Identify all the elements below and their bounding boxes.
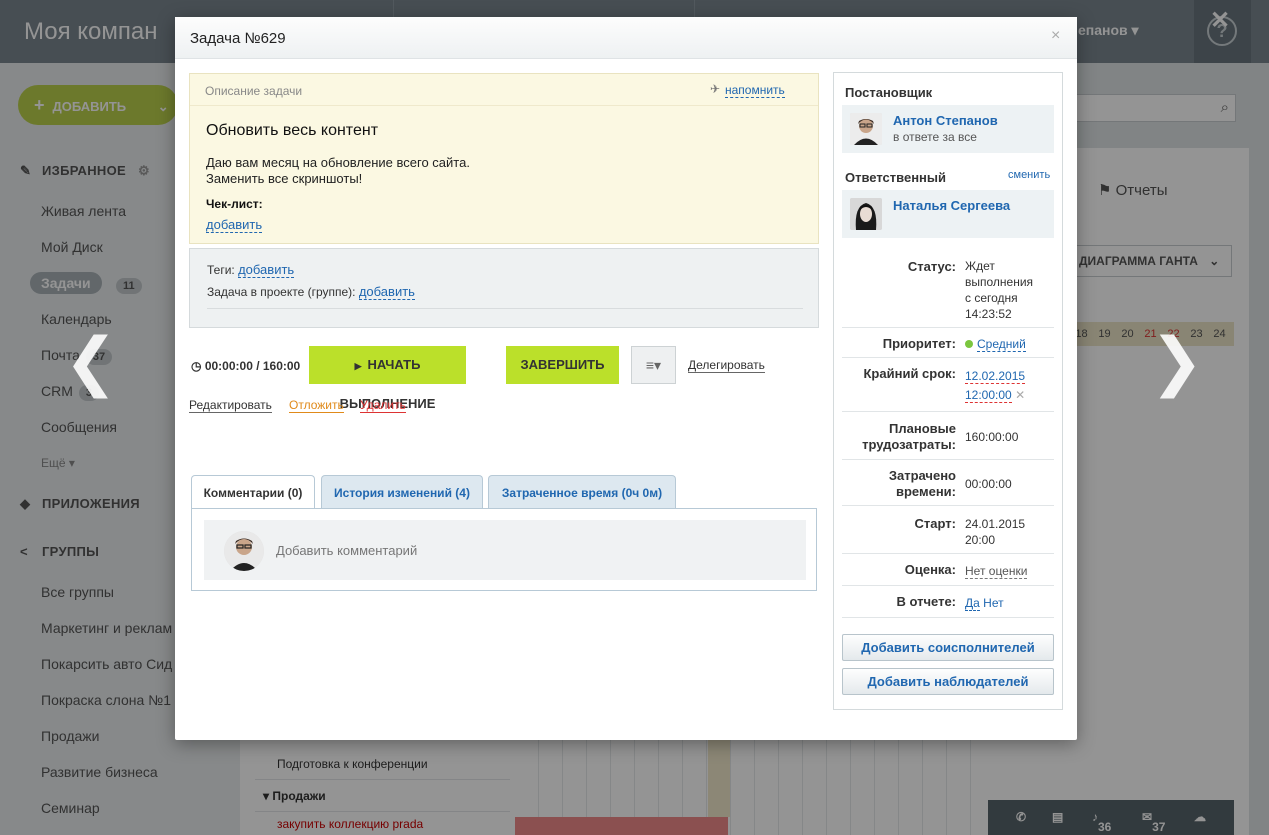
tags-section: Теги: добавить Задача в проекте (группе)… (189, 248, 819, 328)
modal-header (175, 17, 1077, 59)
tags-row: Теги: добавить (207, 262, 295, 278)
creator-label: Постановщик (845, 85, 933, 100)
spent-key-line: времени: (895, 484, 956, 499)
finish-button[interactable]: ЗАВЕРШИТЬ (506, 346, 619, 384)
deadline-key: Крайний срок: (863, 366, 957, 381)
rating-row: Оценка: Нет оценки (842, 554, 1054, 586)
start-value: 24.01.2015 20:00 (965, 516, 1025, 548)
avatar (850, 113, 882, 145)
tab-comments[interactable]: Комментарии (0) (191, 475, 315, 510)
deadline-time[interactable]: 12:00:00 (965, 388, 1012, 403)
deadline-value[interactable]: 12.02.2015 12:00:00 ✕ (965, 368, 1025, 403)
task-title: Обновить весь контент (206, 122, 379, 139)
responsible-card[interactable]: Наталья Сергеева (842, 190, 1054, 238)
responsible-name[interactable]: Наталья Сергеева (893, 198, 1010, 213)
start-button[interactable]: ▶ НАЧАТЬ ВЫПОЛНЕНИЕ (309, 346, 466, 411)
status-value: Ждет выполнения с сегодня 14:23:52 (965, 258, 1033, 322)
priority-value[interactable]: Средний (965, 336, 1026, 352)
postpone-link[interactable]: Отложить (289, 398, 344, 413)
rating-value[interactable]: Нет оценки (965, 563, 1028, 579)
start-line: 24.01.2015 (965, 517, 1026, 531)
planned-value: 160:00:00 (965, 430, 1019, 444)
more-menu-button[interactable]: ≡▾ (631, 346, 676, 384)
checklist-label: Чек-лист: (206, 197, 263, 211)
remind-link[interactable]: напомнить (725, 83, 785, 98)
priority-key: Приоритет: (882, 336, 956, 351)
priority-dot-icon (965, 340, 973, 348)
checklist-add-link[interactable]: добавить (206, 217, 263, 233)
status-row: Статус: Ждет выполнения с сегодня 14:23:… (842, 249, 1054, 328)
project-row: Задача в проекте (группе): добавить (207, 284, 415, 300)
rating-text: Нет оценки (965, 564, 1028, 579)
start-line: 20:00 (965, 533, 996, 547)
comments-panel: Добавить комментарий (191, 508, 817, 591)
avatar (850, 198, 882, 230)
creator-card[interactable]: Антон Степанов в ответе за все (842, 105, 1054, 153)
status-line: с сегодня (965, 291, 1018, 305)
next-arrow-icon[interactable]: ❯ (1150, 325, 1204, 399)
creator-position: в ответе за все (893, 130, 977, 144)
report-key: В отчете: (896, 594, 956, 609)
task-properties-panel: Постановщик Антон Степанов в ответе за в… (833, 72, 1063, 710)
report-value: Да Нет (965, 595, 1004, 611)
status-line: выполнения (965, 275, 1034, 289)
description-header: Описание задачи ✈ напомнить (190, 74, 818, 106)
creator-name[interactable]: Антон Степанов (893, 113, 998, 128)
divider (207, 308, 803, 309)
start-row: Старт: 24.01.2015 20:00 (842, 506, 1054, 554)
start-key: Старт: (914, 516, 956, 531)
comment-placeholder: Добавить комментарий (276, 543, 418, 558)
prev-arrow-icon[interactable]: ❮ (64, 325, 118, 399)
clock-icon: ◷ (191, 359, 202, 373)
responsible-label: Ответственный (845, 170, 946, 185)
status-line: Ждет (965, 259, 995, 273)
remind-icon: ✈ (710, 82, 721, 96)
task-description: Описание задачи ✈ напомнить Обновить вес… (189, 73, 819, 244)
tags-add-link[interactable]: добавить (238, 262, 295, 278)
task-text: Даю вам месяц на обновление всего сайта.… (206, 155, 470, 187)
comment-input[interactable]: Добавить комментарий (204, 520, 806, 580)
menu-icon: ≡▾ (645, 357, 662, 373)
description-label: Описание задачи (205, 84, 303, 98)
timer-value: 00:00:00 / 160:00 (204, 359, 301, 373)
avatar (224, 531, 264, 571)
spent-value: 00:00:00 (965, 477, 1012, 491)
edit-link[interactable]: Редактировать (189, 398, 272, 413)
add-observers-button[interactable]: Добавить наблюдателей (842, 668, 1054, 695)
report-row: В отчете: Да Нет (842, 586, 1054, 618)
modal-title: Задача №629 (190, 30, 286, 47)
clear-icon[interactable]: ✕ (1015, 388, 1025, 402)
rating-key: Оценка: (904, 562, 956, 577)
report-no-link[interactable]: Нет (983, 596, 1003, 610)
report-yes-link[interactable]: Да (965, 596, 980, 611)
delete-link[interactable]: Удалить (360, 398, 406, 413)
tab-time-spent[interactable]: Затраченное время (0ч 0м) (488, 475, 676, 509)
priority-row: Приоритет: Средний (842, 328, 1054, 358)
change-responsible-link[interactable]: сменить (1008, 169, 1050, 181)
project-label: Задача в проекте (группе): (207, 285, 356, 299)
deadline-date[interactable]: 12.02.2015 (965, 369, 1026, 384)
status-key: Статус: (907, 259, 956, 274)
delegate-link[interactable]: Делегировать (688, 358, 765, 373)
planned-key-line: трудозатраты: (862, 437, 956, 452)
add-coexecutors-button[interactable]: Добавить соисполнителей (842, 634, 1054, 661)
task-modal: Задача №629 × Описание задачи ✈ напомнит… (175, 17, 1077, 740)
planned-key-line: Плановые (889, 421, 956, 436)
planned-row: Плановые трудозатраты: 160:00:00 (842, 412, 1054, 460)
play-icon: ▶ (354, 361, 362, 371)
spent-key: Затрачено времени: (889, 468, 956, 500)
project-add-link[interactable]: добавить (358, 284, 415, 300)
status-line: 14:23:52 (965, 307, 1012, 321)
task-text-line: Даю вам месяц на обновление всего сайта. (206, 155, 470, 170)
spent-key-line: Затрачено (888, 468, 956, 483)
planned-key: Плановые трудозатраты: (862, 421, 956, 453)
timer[interactable]: ◷ 00:00:00 / 160:00 (191, 359, 300, 373)
deadline-row: Крайний срок: 12.02.2015 12:00:00 ✕ (842, 358, 1054, 412)
priority-text: Средний (977, 337, 1026, 352)
spent-row: Затрачено времени: 00:00:00 (842, 460, 1054, 506)
tags-label: Теги: (207, 263, 235, 277)
task-text-line: Заменить все скриншоты! (206, 171, 363, 186)
close-icon[interactable]: × (1051, 27, 1060, 45)
tab-history[interactable]: История изменений (4) (321, 475, 483, 509)
